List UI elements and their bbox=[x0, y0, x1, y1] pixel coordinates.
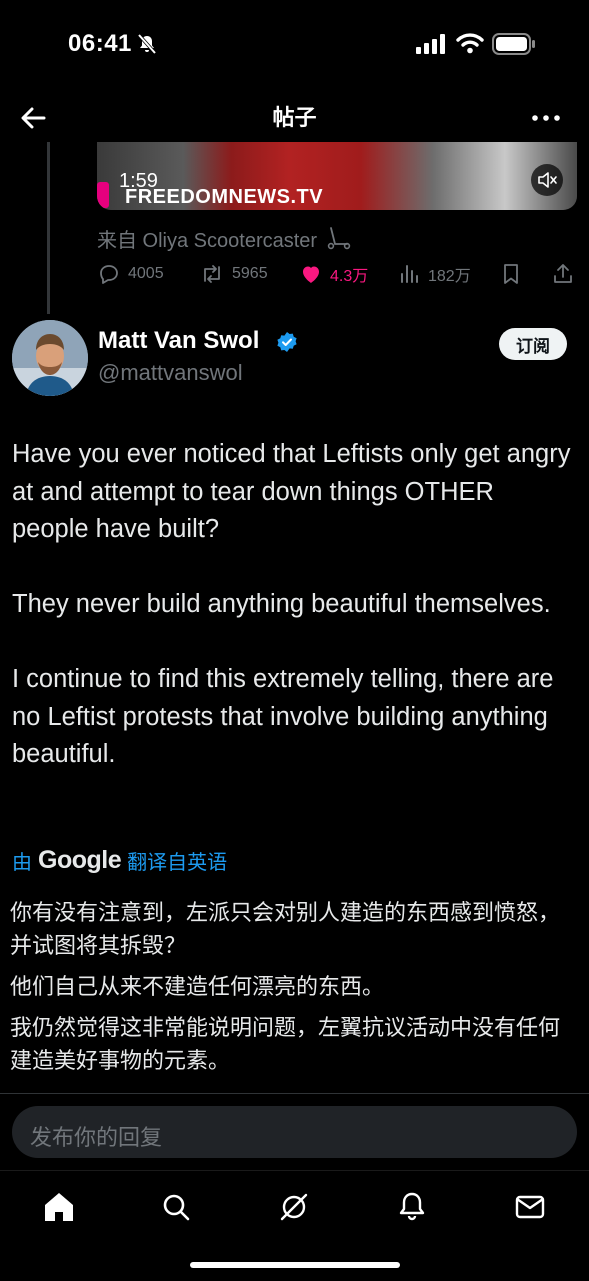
video-watermark: FREEDOMNEWS.TV bbox=[125, 186, 324, 208]
reply-count: 4005 bbox=[128, 265, 164, 282]
google-logo: Google bbox=[38, 846, 122, 874]
post-paragraph: Have you ever noticed that Leftists only… bbox=[12, 440, 571, 543]
nav-messages[interactable] bbox=[508, 1185, 552, 1229]
share-action[interactable] bbox=[551, 262, 575, 286]
translated-text: 你有没有注意到，左派只会对别人建造的东西感到愤怒，并试图将其拆毁？ 他们自己从来… bbox=[10, 896, 580, 1085]
arrow-left-icon bbox=[21, 107, 46, 129]
more-horizontal-icon bbox=[532, 115, 560, 121]
like-count: 4.3万 bbox=[330, 268, 369, 285]
translated-paragraph: 我仍然觉得这非常能说明问题，左翼抗议活动中没有任何建造美好事物的元素。 bbox=[10, 1015, 561, 1073]
search-icon bbox=[163, 1194, 190, 1221]
post-text: Have you ever noticed that Leftists only… bbox=[12, 436, 577, 811]
heart-filled-icon bbox=[303, 266, 319, 283]
translate-prefix: 由 bbox=[12, 852, 32, 874]
status-bar: 06:41 bbox=[0, 0, 589, 88]
translated-paragraph: 他们自己从来不建造任何漂亮的东西。 bbox=[10, 974, 385, 999]
repost-count: 5965 bbox=[232, 265, 268, 282]
verified-badge-icon bbox=[277, 332, 297, 352]
translation-attribution[interactable]: 由 Google 翻译自英语 bbox=[12, 846, 227, 875]
top-bar: 帖子 bbox=[0, 88, 589, 142]
status-time: 06:41 bbox=[68, 30, 132, 57]
speaker-muted-icon bbox=[538, 172, 557, 188]
author-name[interactable]: Matt Van Swol bbox=[98, 327, 259, 355]
bookmark-action[interactable] bbox=[499, 262, 523, 286]
mute-button[interactable] bbox=[531, 164, 563, 196]
reply-placeholder: 发布你的回复 bbox=[30, 1125, 163, 1150]
views-count: 182万 bbox=[428, 268, 471, 285]
video-player[interactable]: 1:59 FREEDOMNEWS.TV bbox=[97, 142, 577, 210]
post-paragraph: I continue to find this extremely tellin… bbox=[12, 665, 554, 768]
home-icon bbox=[45, 1193, 73, 1221]
translate-suffix: 翻译自英语 bbox=[127, 852, 228, 874]
more-options-button[interactable] bbox=[526, 98, 566, 138]
post-paragraph: They never build anything beautiful them… bbox=[12, 590, 551, 618]
analytics-icon bbox=[401, 265, 418, 283]
nav-search[interactable] bbox=[154, 1185, 198, 1229]
messages-icon bbox=[515, 1195, 545, 1219]
nav-notifications[interactable] bbox=[390, 1185, 434, 1229]
back-button[interactable] bbox=[14, 98, 54, 138]
author-handle[interactable]: @mattvanswol bbox=[98, 360, 243, 386]
author-avatar[interactable] bbox=[12, 320, 88, 396]
wifi-icon bbox=[456, 33, 484, 54]
views-action[interactable]: 182万 bbox=[399, 262, 471, 286]
nav-grok[interactable] bbox=[272, 1185, 316, 1229]
bell-muted-icon bbox=[137, 33, 157, 55]
repost-action[interactable]: 5965 bbox=[199, 262, 268, 286]
grok-icon bbox=[280, 1193, 308, 1221]
source-text: 来自 Oliya Scootercaster bbox=[97, 230, 318, 252]
divider bbox=[0, 1093, 589, 1094]
share-icon bbox=[554, 264, 572, 283]
video-source-attribution[interactable]: 来自 Oliya Scootercaster bbox=[97, 224, 351, 253]
freedomnews-logo-icon bbox=[97, 182, 109, 208]
page-title: 帖子 bbox=[272, 105, 317, 130]
quoted-post-actions: 4005 5965 4.3万 182万 bbox=[97, 258, 577, 290]
repost-icon bbox=[204, 265, 220, 283]
like-action[interactable]: 4.3万 bbox=[299, 262, 368, 286]
thread-connector-line bbox=[47, 142, 50, 314]
subscribe-button[interactable]: 订阅 bbox=[499, 328, 567, 360]
reply-action[interactable]: 4005 bbox=[97, 262, 164, 286]
bookmark-icon bbox=[504, 264, 518, 284]
translated-paragraph: 你有没有注意到，左派只会对别人建造的东西感到愤怒，并试图将其拆毁？ bbox=[10, 900, 561, 958]
nav-home[interactable] bbox=[37, 1185, 81, 1229]
reply-input[interactable]: 发布你的回复 bbox=[12, 1106, 577, 1158]
reply-icon bbox=[100, 265, 118, 284]
cellular-signal-icon bbox=[416, 34, 445, 54]
scooter-icon bbox=[327, 227, 350, 250]
avatar-image bbox=[12, 320, 88, 396]
battery-icon bbox=[492, 33, 535, 55]
home-indicator[interactable] bbox=[190, 1262, 400, 1268]
notifications-icon bbox=[399, 1192, 425, 1221]
